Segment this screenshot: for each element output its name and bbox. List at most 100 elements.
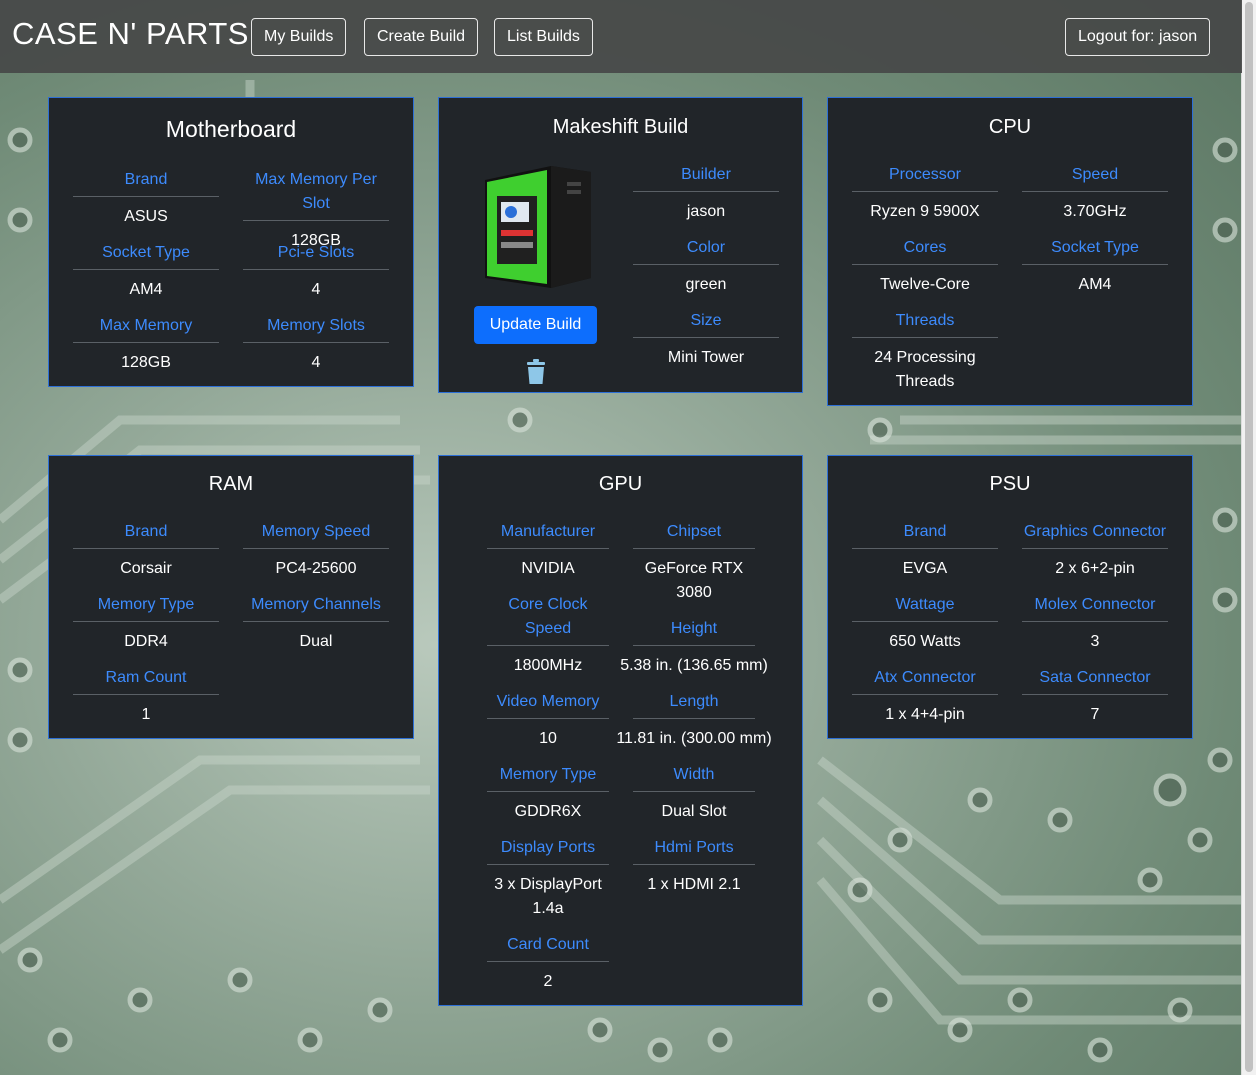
update-build-button[interactable]: Update Build	[474, 306, 597, 344]
field-label: Builder	[633, 163, 779, 192]
field-value: 3 x DisplayPort 1.4a	[494, 876, 602, 917]
field-value: AM4	[129, 281, 163, 298]
field-label: Memory Type	[73, 593, 219, 622]
field-video-memory: Video Memory 10	[487, 690, 609, 751]
field-height: Height 5.38 in. (136.65 mm)	[611, 617, 777, 678]
field-label: Brand	[852, 520, 998, 549]
field-processor: Processor Ryzen 9 5900X	[852, 163, 998, 224]
field-value: DDR4	[124, 633, 168, 650]
field-socket-type: Socket Type AM4	[73, 241, 219, 302]
create-build-button[interactable]: Create Build	[364, 18, 479, 56]
field-value: 2	[543, 973, 553, 990]
field-sata-connector: Sata Connector 7	[1022, 666, 1168, 727]
field-label: Width	[633, 763, 755, 792]
pc-case-image	[485, 166, 591, 288]
field-value: 3	[1090, 633, 1100, 650]
field-label: Socket Type	[73, 241, 219, 270]
field-label: Max Memory Per Slot	[243, 168, 389, 221]
list-builds-button[interactable]: List Builds	[494, 18, 593, 56]
field-color: Color green	[633, 236, 779, 297]
field-cores: Cores Twelve-Core	[852, 236, 998, 297]
field-value: Dual	[299, 633, 333, 650]
field-label: Display Ports	[487, 836, 609, 865]
field-value: 3.70GHz	[1063, 203, 1127, 220]
page-scrollbar[interactable]	[1241, 0, 1256, 1075]
field-label: Cores	[852, 236, 998, 265]
brand-logo[interactable]: CASE N' PARTS	[12, 16, 249, 52]
logout-button[interactable]: Logout for: jason	[1065, 18, 1211, 56]
field-value: 2 x 6+2-pin	[1055, 560, 1135, 577]
card-title: RAM	[208, 473, 254, 495]
my-builds-button[interactable]: My Builds	[251, 18, 347, 56]
field-label: Card Count	[487, 933, 609, 962]
field-label: Brand	[73, 168, 219, 197]
field-value: GDDR6X	[514, 803, 582, 820]
field-label: Color	[633, 236, 779, 265]
field-atx-connector: Atx Connector 1 x 4+4-pin	[852, 666, 998, 727]
field-memory-slots: Memory Slots 4	[243, 314, 389, 375]
field-label: Graphics Connector	[1022, 520, 1168, 549]
field-value: 24 Processing Threads	[874, 349, 976, 390]
scrollbar-thumb[interactable]	[1245, 2, 1253, 1072]
field-brand: Brand ASUS	[73, 168, 219, 229]
field-label: Video Memory	[487, 690, 609, 719]
field-value: NVIDIA	[521, 560, 575, 577]
field-label: Threads	[852, 309, 998, 338]
field-value: Corsair	[120, 560, 172, 577]
build-title: Makeshift Build	[552, 116, 689, 138]
field-speed: Speed 3.70GHz	[1022, 163, 1168, 224]
field-value: AM4	[1078, 276, 1112, 293]
field-value: Dual Slot	[661, 803, 727, 820]
field-value: 11.81 in. (300.00 mm)	[616, 730, 772, 747]
field-value: green	[685, 276, 727, 293]
field-value: 4	[311, 281, 321, 298]
field-core-clock-speed: Core Clock Speed 1800MHz	[487, 593, 609, 678]
field-value: ASUS	[124, 208, 168, 225]
field-label: Size	[633, 309, 779, 338]
field-label: Brand	[73, 520, 219, 549]
navbar: CASE N' PARTS My Builds Create Build Lis…	[0, 0, 1242, 73]
ram-card: RAM Brand Corsair Memory Speed PC4-25600…	[48, 455, 414, 739]
gpu-card: GPU Manufacturer NVIDIA Chipset GeForce …	[438, 455, 803, 1006]
field-value: 4	[311, 354, 321, 371]
field-value: 1800MHz	[513, 657, 583, 674]
field-max-memory: Max Memory 128GB	[73, 314, 219, 375]
card-title: PSU	[989, 473, 1031, 495]
field-label: Ram Count	[73, 666, 219, 695]
field-value: Ryzen 9 5900X	[870, 203, 980, 220]
field-value: jason	[686, 203, 726, 220]
field-pcie-slots: Pci-e Slots 4	[243, 241, 389, 302]
field-memory-type: Memory Type GDDR6X	[487, 763, 609, 824]
field-value: 5.38 in. (136.65 mm)	[620, 657, 768, 674]
field-card-count: Card Count 2	[487, 933, 609, 994]
field-manufacturer: Manufacturer NVIDIA	[487, 520, 609, 581]
field-label: Processor	[852, 163, 998, 192]
field-label: Length	[633, 690, 755, 719]
field-memory-speed: Memory Speed PC4-25600	[243, 520, 389, 581]
field-display-ports: Display Ports 3 x DisplayPort 1.4a	[487, 836, 609, 921]
card-title: CPU	[988, 116, 1032, 138]
card-title: GPU	[598, 473, 643, 495]
psu-card: PSU Brand EVGA Graphics Connector 2 x 6+…	[827, 455, 1193, 739]
trash-icon[interactable]	[525, 359, 547, 385]
field-value: 650 Watts	[889, 633, 961, 650]
field-brand: Brand EVGA	[852, 520, 998, 581]
field-value: 1 x HDMI 2.1	[647, 876, 741, 893]
field-label: Chipset	[633, 520, 755, 549]
field-label: Socket Type	[1022, 236, 1168, 265]
field-label: Memory Channels	[243, 593, 389, 622]
field-memory-type: Memory Type DDR4	[73, 593, 219, 654]
field-size: Size Mini Tower	[633, 309, 779, 370]
motherboard-card: Motherboard Brand ASUS Max Memory Per Sl…	[48, 97, 414, 387]
field-brand: Brand Corsair	[73, 520, 219, 581]
field-label: Speed	[1022, 163, 1168, 192]
field-label: Atx Connector	[852, 666, 998, 695]
field-graphics-connector: Graphics Connector 2 x 6+2-pin	[1014, 520, 1176, 581]
cpu-card: CPU Processor Ryzen 9 5900X Speed 3.70GH…	[827, 97, 1193, 406]
field-label: Memory Speed	[243, 520, 389, 549]
field-value: EVGA	[902, 560, 948, 577]
field-label: Pci-e Slots	[243, 241, 389, 270]
field-label: Memory Slots	[243, 314, 389, 343]
field-label: Height	[633, 617, 755, 646]
field-width: Width Dual Slot	[633, 763, 755, 824]
